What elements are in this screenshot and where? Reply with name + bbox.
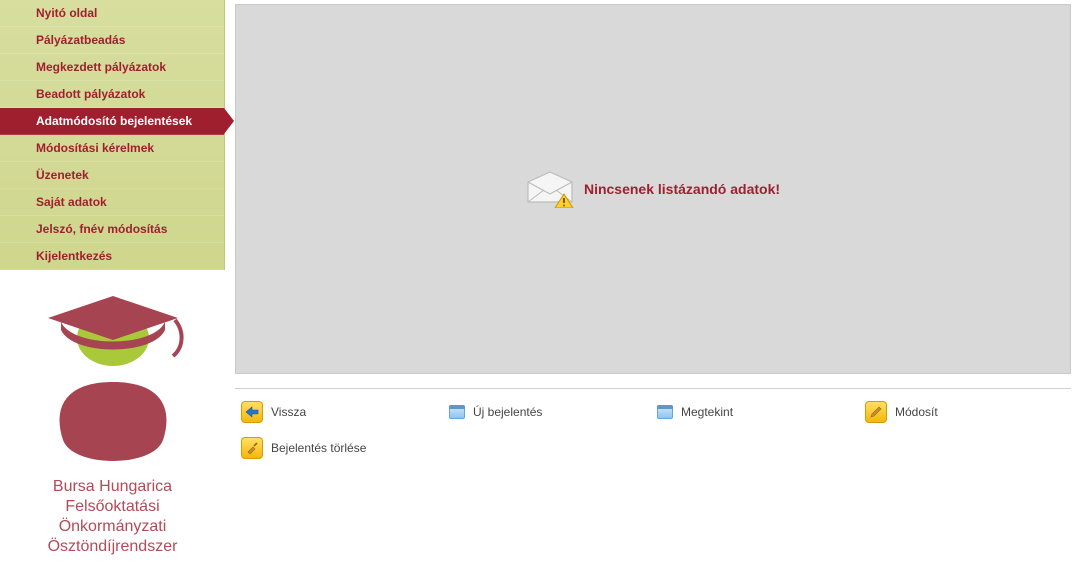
logo-line-1: Bursa Hungarica <box>10 477 215 497</box>
menu-item-own-data[interactable]: Saját adatok <box>0 189 224 216</box>
menu-item-data-change-reports[interactable]: Adatmódosító bejelentések <box>0 108 224 135</box>
logo-line-3: Ösztöndíjrendszer <box>10 537 215 557</box>
menu-item-started-apps[interactable]: Megkezdett pályázatok <box>0 54 224 81</box>
menu-item-submitted-apps[interactable]: Beadott pályázatok <box>0 81 224 108</box>
pencil-icon <box>865 401 887 423</box>
new-report-label: Új bejelentés <box>473 405 542 419</box>
delete-report-button[interactable]: Bejelentés törlése <box>237 433 1069 469</box>
view-button[interactable]: Megtekint <box>653 401 861 429</box>
broom-icon <box>241 437 263 459</box>
window-view-icon <box>657 405 673 419</box>
menu-item-submit[interactable]: Pályázatbeadás <box>0 27 224 54</box>
logo-line-2: Felsőoktatási Önkormányzati <box>10 497 215 537</box>
edit-button-label: Módosít <box>895 405 938 419</box>
menu-item-logout[interactable]: Kijelentkezés <box>0 243 224 270</box>
view-button-label: Megtekint <box>681 405 733 419</box>
logo-area: Bursa Hungarica Felsőoktatási Önkormányz… <box>0 270 225 567</box>
logo-text: Bursa Hungarica Felsőoktatási Önkormányz… <box>10 477 215 557</box>
menu-item-home[interactable]: Nyitó oldal <box>0 0 224 27</box>
back-button[interactable]: Vissza <box>237 397 445 433</box>
edit-button[interactable]: Módosít <box>861 397 1069 433</box>
envelope-warning-icon <box>526 170 574 208</box>
menu-item-change-password[interactable]: Jelszó, fnév módosítás <box>0 216 224 243</box>
window-new-icon <box>449 405 465 419</box>
data-list-panel: Nincsenek listázandó adatok! <box>235 4 1071 374</box>
sidebar: Nyitó oldal Pályázatbeadás Megkezdett pá… <box>0 0 225 553</box>
main-content: Nincsenek listázandó adatok! Vissza Új b… <box>225 0 1079 553</box>
main-menu: Nyitó oldal Pályázatbeadás Megkezdett pá… <box>0 0 225 270</box>
toolbar-separator <box>235 388 1071 389</box>
menu-item-modification-requests[interactable]: Módosítási kérelmek <box>0 135 224 162</box>
arrow-left-icon <box>241 401 263 423</box>
back-button-label: Vissza <box>271 405 306 419</box>
action-toolbar: Vissza Új bejelentés Megtekint Módosít B… <box>235 391 1071 475</box>
empty-state-text: Nincsenek listázandó adatok! <box>584 181 780 197</box>
empty-state: Nincsenek listázandó adatok! <box>526 170 780 208</box>
bursa-logo-icon <box>33 290 193 470</box>
delete-report-label: Bejelentés törlése <box>271 441 366 455</box>
menu-item-messages[interactable]: Üzenetek <box>0 162 224 189</box>
new-report-button[interactable]: Új bejelentés <box>445 401 653 429</box>
